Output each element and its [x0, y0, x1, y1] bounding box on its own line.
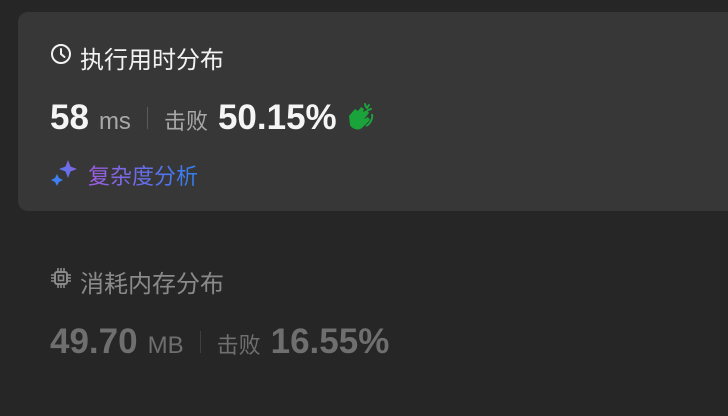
- complexity-analysis-text: 复杂度分析: [88, 159, 198, 191]
- runtime-beat-percent: 50.15%: [217, 98, 337, 137]
- chip-icon: [50, 267, 72, 296]
- memory-beat-label: 击败: [216, 333, 261, 358]
- runtime-title: 执行用时分布: [50, 40, 224, 75]
- complexity-analysis-link[interactable]: 复杂度分析: [50, 158, 198, 192]
- runtime-beat-label: 击败: [163, 109, 208, 134]
- memory-stats: 49.70 MB 击败 16.55%: [50, 322, 389, 362]
- memory-title-text: 消耗内存分布: [80, 271, 224, 298]
- divider: [146, 107, 148, 129]
- clock-icon: [50, 43, 72, 72]
- runtime-title-text: 执行用时分布: [80, 47, 224, 74]
- divider: [199, 331, 201, 353]
- runtime-value: 58: [50, 98, 89, 137]
- memory-unit: MB: [147, 332, 184, 359]
- sparkle-icon: [50, 158, 80, 192]
- memory-title[interactable]: 消耗内存分布: [50, 264, 224, 299]
- runtime-unit: ms: [98, 108, 131, 135]
- memory-value: 49.70: [50, 322, 138, 361]
- runtime-stats: 58 ms 击败 50.15%: [50, 98, 375, 138]
- clap-icon: [345, 102, 375, 135]
- memory-beat-percent: 16.55%: [270, 322, 390, 361]
